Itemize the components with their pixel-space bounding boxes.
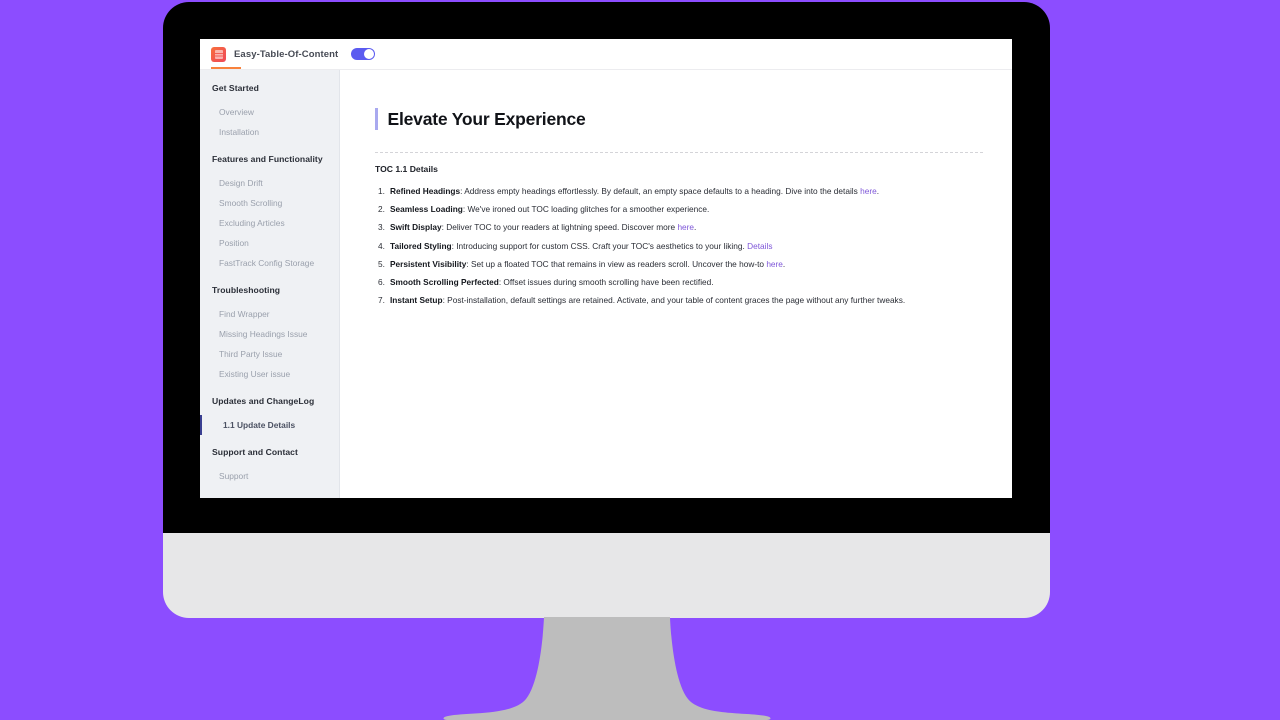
feature-term: Instant Setup [390,295,443,306]
feature-description: : Deliver TOC to your readers at lightni… [441,222,678,233]
feature-list-item: Tailored Styling: Introducing support fo… [375,237,983,255]
sidebar-section-heading: Get Started [212,83,259,93]
sidebar-item-position[interactable]: Position [200,233,339,253]
screenshot-stage: Easy-Table-Of-Content Get Started Overvie… [0,0,1280,720]
sidebar-nav: Get Started Overview Installation Features … [200,70,340,498]
title-accent-bar [375,108,378,130]
sidebar-item-fasttrack-config-storage[interactable]: FastTrack Config Storage [200,253,339,273]
content-divider [375,152,983,153]
feature-term: Smooth Scrolling Perfected [390,277,499,288]
sidebar-item-missing-headings-issue[interactable]: Missing Headings Issue [200,324,339,344]
feature-list-item: Persistent Visibility: Set up a floated … [375,255,983,273]
sidebar-item-1-1-update-details[interactable]: 1.1 Update Details [200,415,339,435]
app-body: Get Started Overview Installation Features … [200,70,1012,498]
table-of-content-logo-icon [211,46,226,62]
sidebar-item-design-drift[interactable]: Design Drift [200,173,339,193]
feature-description: : We've ironed out TOC loading glitches … [462,204,710,215]
feature-description: : Address empty headings effortlessly. B… [460,186,861,196]
sidebar-item-smooth-scrolling[interactable]: Smooth Scrolling [200,193,339,213]
feature-list-item: Refined Headings: Address empty headings… [375,182,983,200]
feature-term: Tailored Styling [390,240,452,251]
sidebar-item-existing-user-issue[interactable]: Existing User issue [200,364,339,384]
sidebar-item-third-party-issue[interactable]: Third Party Issue [200,344,339,364]
sidebar-item-excluding-articles[interactable]: Excluding Articles [200,213,339,233]
feature-list-item: Seamless Loading: We've ironed out TOC l… [375,200,983,218]
sidebar-section-heading: Features and Functionality [212,154,323,164]
sidebar-section-heading: Troubleshooting [212,285,281,295]
monitor-stand [440,617,774,720]
app-header: Easy-Table-Of-Content [200,39,1012,70]
toggle-knob [363,48,375,60]
brand-title: Easy-Table-Of-Content [234,48,339,60]
page-title-block: Elevate Your Experience [375,108,983,130]
feature-link[interactable]: here [860,186,877,196]
feature-list: Refined Headings: Address empty headings… [375,182,983,310]
sidebar-item-overview[interactable]: Overview [200,102,339,122]
sidebar-section-heading: Updates and ChangeLog [212,396,315,406]
feature-link[interactable]: here [766,259,783,269]
sidebar-item-find-wrapper[interactable]: Find Wrapper [200,304,339,324]
sidebar-section-heading: Support and Contact [212,447,298,457]
sidebar-item-support[interactable]: Support [200,466,339,486]
feature-description: : Set up a floated TOC that remains in v… [466,258,767,269]
monitor-chin [163,533,1050,618]
feature-list-item: Smooth Scrolling Perfected: Offset issue… [375,273,983,291]
main-content: Elevate Your Experience TOC 1.1 Details … [340,70,1012,498]
feature-term: Refined Headings [390,186,461,196]
app-screen: Easy-Table-Of-Content Get Started Overvie… [200,39,1012,498]
page-title: Elevate Your Experience [387,108,586,129]
feature-link[interactable]: here [677,222,694,232]
feature-tail: . [782,258,786,269]
brand-active-underline [211,67,241,69]
feature-tail: . [876,186,880,196]
feature-list-item: Instant Setup: Post-installation, defaul… [375,291,983,309]
feature-link[interactable]: Details [747,241,772,251]
feature-term: Swift Display [390,222,442,233]
header-theme-toggle[interactable] [351,47,376,61]
sidebar-item-installation[interactable]: Installation [200,122,339,142]
feature-description: : Introducing support for custom CSS. Cr… [451,240,748,251]
feature-tail: . [694,222,697,233]
feature-term: Seamless Loading [390,204,463,215]
feature-list-item: Swift Display: Deliver TOC to your reade… [375,218,983,236]
feature-term: Persistent Visibility [390,258,467,269]
feature-description: : Offset issues during smooth scrolling … [498,277,714,288]
feature-description: : Post-installation, default settings ar… [442,295,906,306]
section-label: TOC 1.1 Details [375,164,438,174]
